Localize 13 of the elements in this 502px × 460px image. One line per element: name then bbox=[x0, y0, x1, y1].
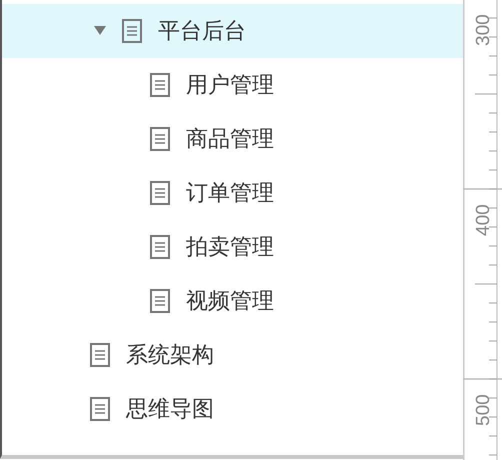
page-icon bbox=[150, 181, 170, 205]
ruler-label: 400 bbox=[473, 204, 494, 236]
ruler-label: 500 bbox=[473, 394, 494, 426]
page-icon bbox=[150, 73, 170, 97]
page-icon bbox=[90, 397, 110, 421]
page-icon bbox=[150, 235, 170, 259]
page-icon bbox=[90, 343, 110, 367]
caret-icon[interactable] bbox=[94, 26, 106, 36]
page-icon bbox=[150, 289, 170, 313]
ruler-label: 300 bbox=[473, 14, 494, 46]
page-icon bbox=[122, 19, 142, 43]
page-icon bbox=[150, 127, 170, 151]
tree-item[interactable]: 平台后台 bbox=[2, 4, 463, 58]
